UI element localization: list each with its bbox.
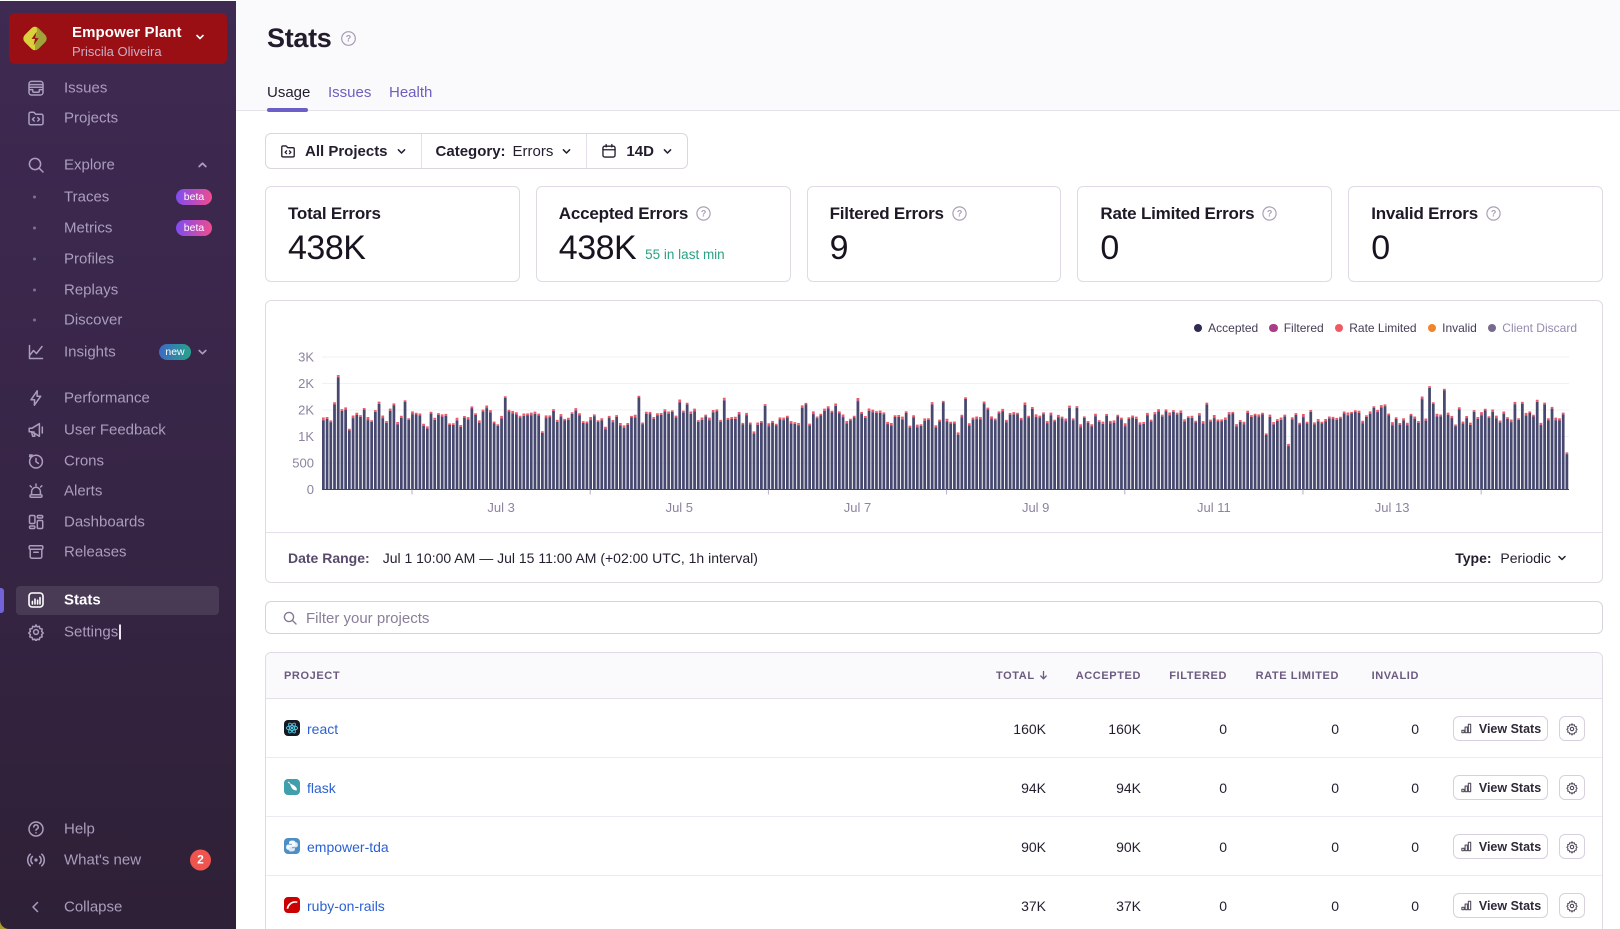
svg-text:Jul 7: Jul 7 [844,500,871,515]
svg-text:3K: 3K [298,350,314,365]
svg-text:?: ? [1491,209,1496,219]
svg-text:Jul 3: Jul 3 [487,500,514,515]
svg-text:?: ? [346,34,352,44]
svg-text:?: ? [957,209,962,219]
svg-text:?: ? [1267,209,1272,219]
svg-text:Jul 13: Jul 13 [1375,500,1410,515]
svg-text:Jul 9: Jul 9 [1022,500,1049,515]
svg-text:0: 0 [307,482,314,497]
svg-text:500: 500 [292,456,314,471]
svg-text:1K: 1K [298,429,314,444]
svg-text:2K: 2K [298,376,314,391]
svg-text:Jul 11: Jul 11 [1197,500,1231,515]
svg-text:?: ? [701,209,706,219]
svg-text:2K: 2K [298,403,314,418]
svg-text:Jul 5: Jul 5 [666,500,693,515]
